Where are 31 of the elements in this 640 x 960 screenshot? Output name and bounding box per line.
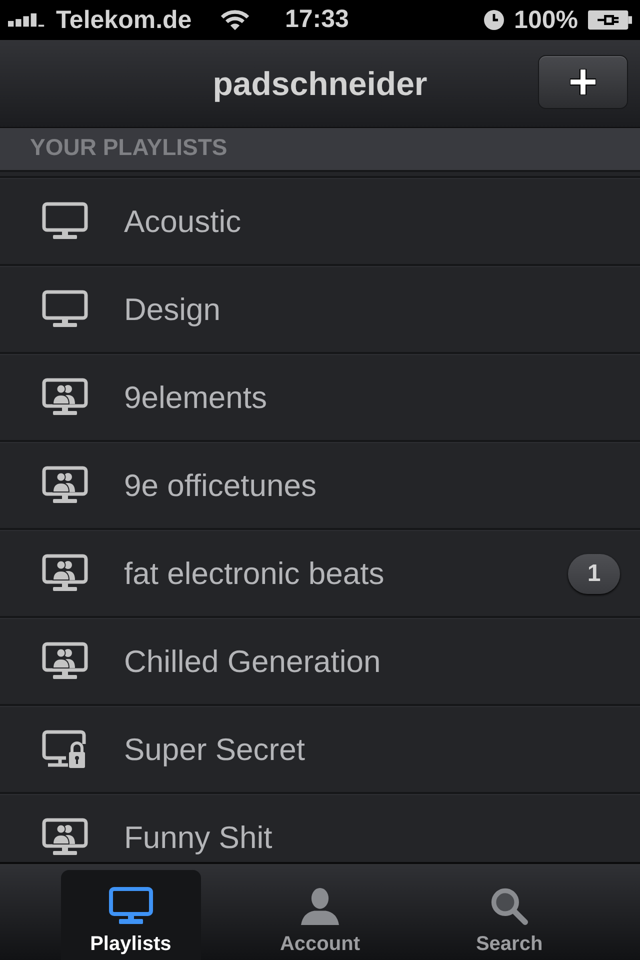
playlist-row[interactable]: Super Secret [0,706,640,794]
monitor-lock-icon [42,730,88,770]
monitor-people-icon [42,818,88,858]
monitor-people-icon [42,642,88,682]
battery-plug-icon [588,10,632,30]
add-button[interactable] [538,55,628,109]
monitor-people-icon [42,554,88,594]
carrier-name: Telekom.de [56,6,192,34]
nav-title: padschneider [212,64,428,102]
monitor-icon [42,290,88,330]
tab-button[interactable]: Search [439,870,580,960]
wifi-icon [220,9,250,31]
section-header: YOUR PLAYLISTS [0,128,640,172]
monitor-icon [42,202,88,242]
battery-percent: 100% [514,6,578,34]
tab-button[interactable]: Playlists [60,870,201,960]
tab-button[interactable]: Account [250,870,390,960]
count-badge: 1 [568,554,620,594]
playlist-row[interactable]: 9elements [0,354,640,442]
status-time: 17:33 [285,5,349,34]
playlist-row[interactable]: Chilled Generation [0,618,640,706]
signal-bars-icon [8,13,46,27]
plus-icon [570,69,596,95]
playlist-row[interactable]: Design [0,266,640,354]
clock-icon [484,10,504,30]
playlist-row[interactable]: Acoustic [0,178,640,266]
monitor-icon [108,887,153,925]
playlist-row[interactable]: 9e officetunes [0,442,640,530]
monitor-people-icon [42,466,88,506]
playlist-row[interactable]: fat electronic beats 1 [0,530,640,618]
monitor-people-icon [42,378,88,418]
